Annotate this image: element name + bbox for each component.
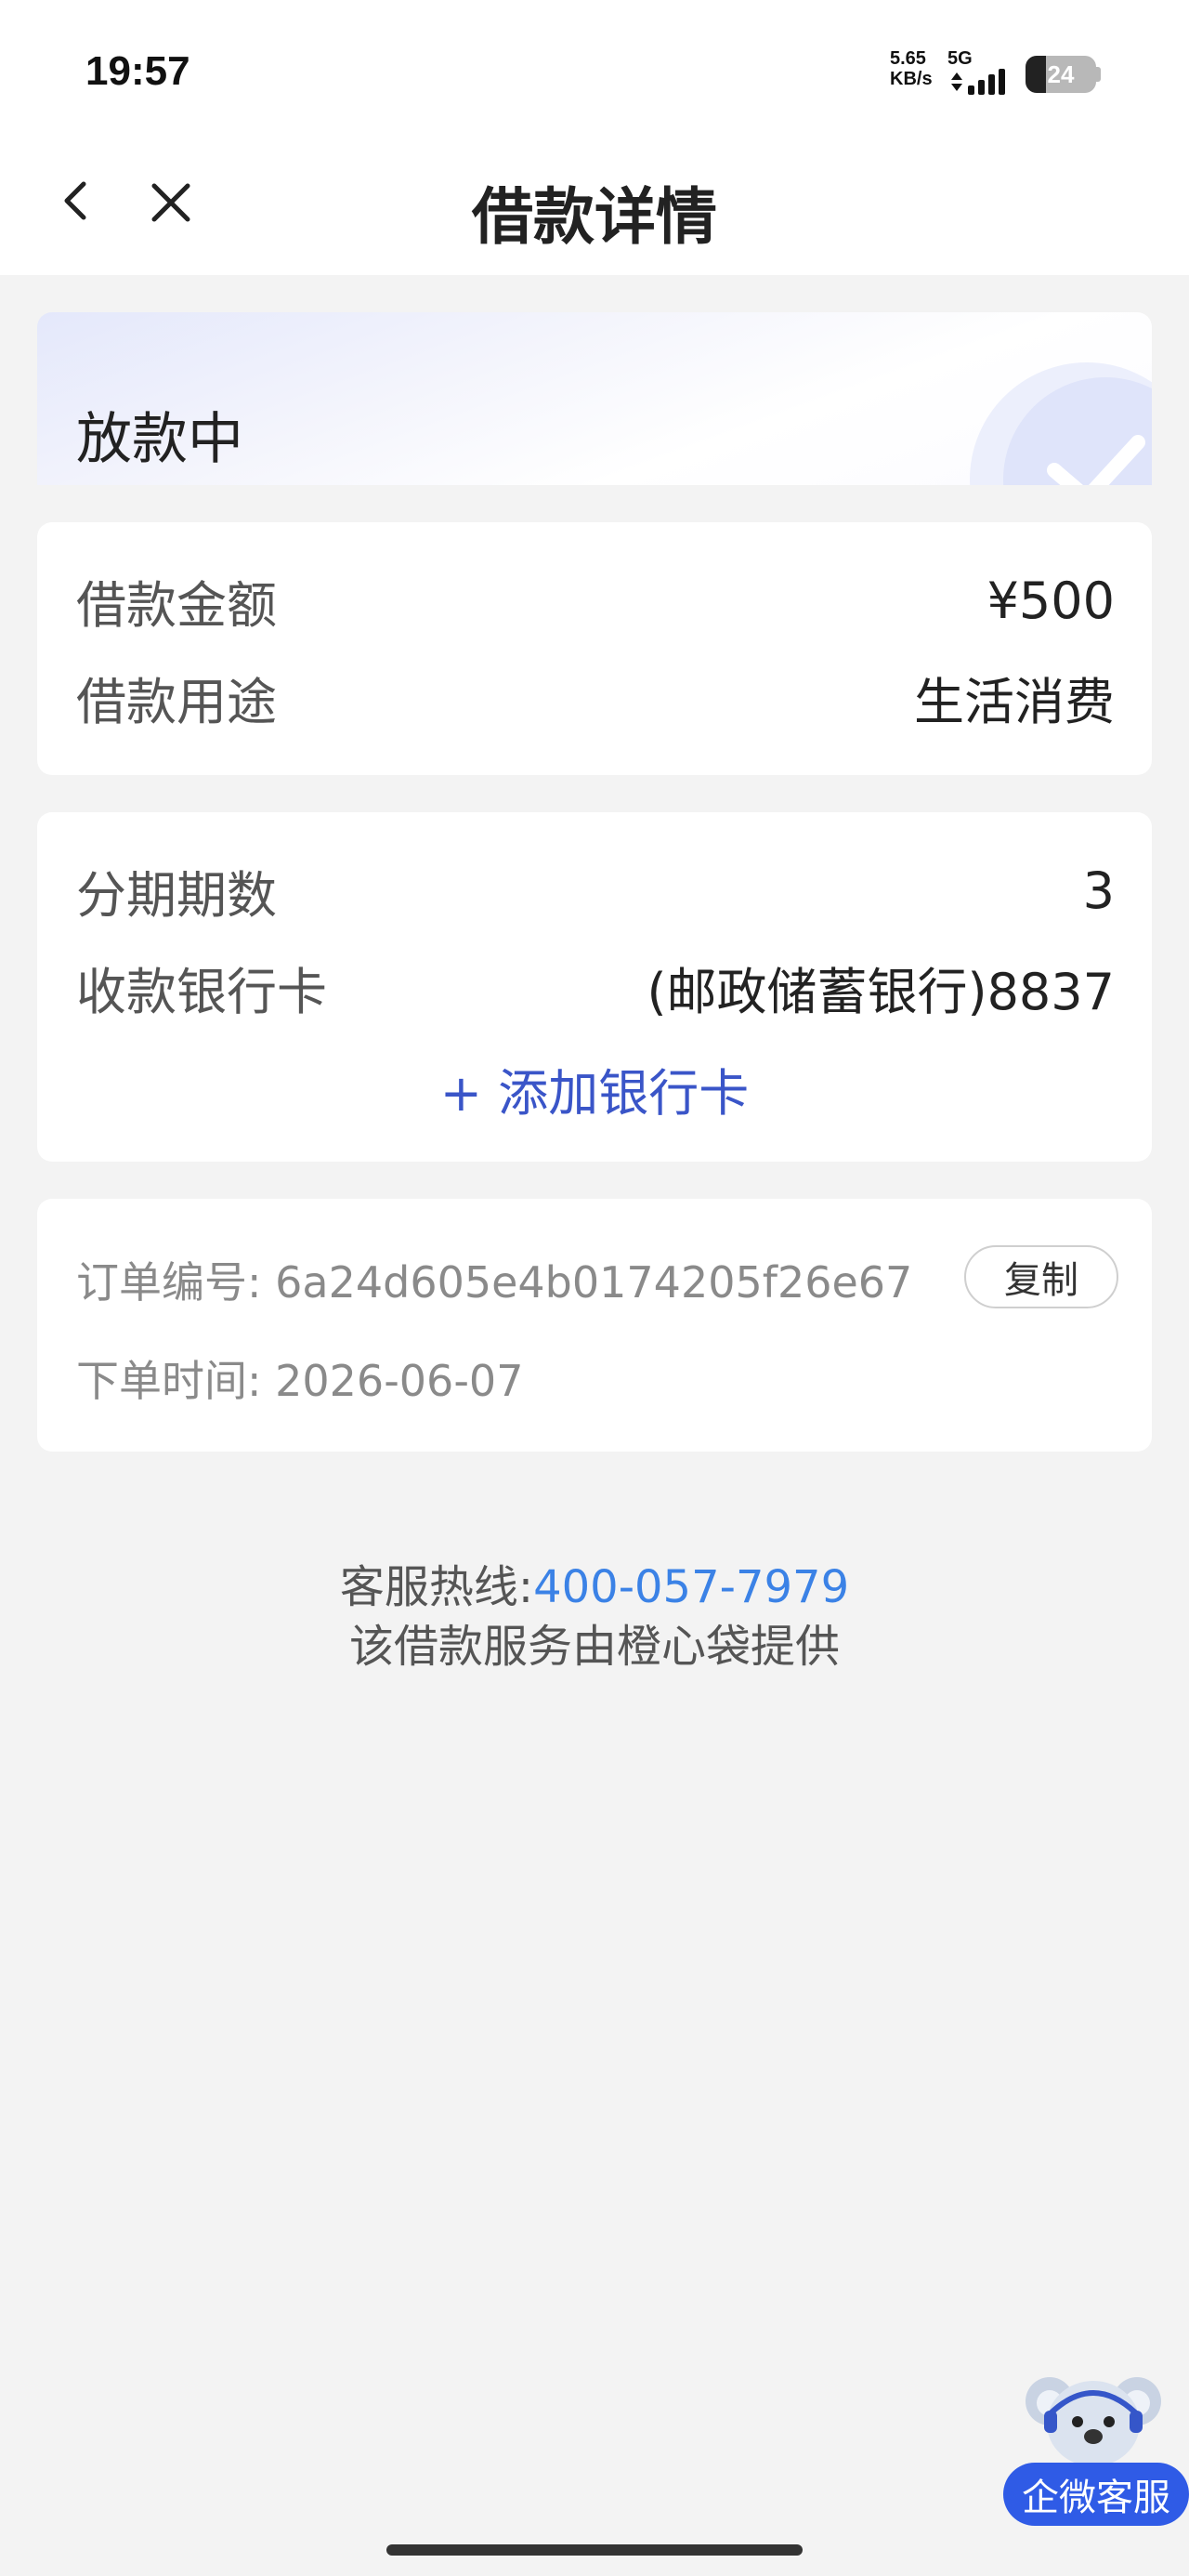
amount-value: ¥500 bbox=[986, 571, 1115, 630]
battery-icon: 24 bbox=[1026, 56, 1096, 93]
signal-icon bbox=[951, 69, 1005, 95]
add-bank-card-button[interactable]: + 添加银行卡 bbox=[37, 1052, 1152, 1125]
nav-header: 借款详情 bbox=[0, 139, 1189, 275]
battery-level: 24 bbox=[1047, 59, 1075, 88]
purpose-label: 借款用途 bbox=[76, 672, 277, 731]
koala-mascot-icon bbox=[1026, 2377, 1161, 2466]
page-title: 借款详情 bbox=[472, 181, 717, 253]
provider-text: 该借款服务由橙心袋提供 bbox=[348, 1621, 840, 1673]
status-time: 19:57 bbox=[85, 48, 190, 94]
periods-row: 分期期数 3 bbox=[76, 853, 1115, 927]
periods-value: 3 bbox=[1082, 861, 1115, 920]
installment-card: 分期期数 3 收款银行卡 (邮政储蓄银行)8837 + 添加银行卡 bbox=[37, 812, 1152, 1162]
home-indicator[interactable] bbox=[386, 2544, 803, 2556]
loan-detail-page: 19:57 5.65 KB/s 5G 24 借款详情 放款中 借款金额 ¥500… bbox=[0, 0, 1189, 2576]
battery-cap bbox=[1096, 67, 1101, 82]
loan-status-card: 放款中 bbox=[37, 312, 1152, 485]
hotline-phone-link[interactable]: 400-057-7979 bbox=[533, 1561, 849, 1613]
amount-row: 借款金额 ¥500 bbox=[76, 563, 1115, 637]
order-time-label: 下单时间: bbox=[76, 1356, 262, 1406]
check-circle-icon bbox=[970, 362, 1152, 485]
hotline-label: 客服热线: bbox=[339, 1561, 534, 1613]
bank-card-row: 收款银行卡 (邮政储蓄银行)8837 bbox=[76, 950, 1115, 1024]
periods-label: 分期期数 bbox=[76, 865, 277, 925]
amount-label: 借款金额 bbox=[76, 575, 277, 635]
loan-info-card: 借款金额 ¥500 借款用途 生活消费 bbox=[37, 522, 1152, 775]
copy-button[interactable]: 复制 bbox=[964, 1245, 1118, 1308]
net-speed-unit: KB/s bbox=[890, 69, 933, 89]
order-time-value: 2026-06-07 bbox=[275, 1356, 524, 1406]
wecom-service-label: 企微客服 bbox=[1003, 2463, 1189, 2526]
status-bar: 19:57 5.65 KB/s 5G 24 bbox=[0, 0, 1189, 139]
net-speed: 5.65 KB/s bbox=[890, 48, 933, 89]
purpose-row: 借款用途 生活消费 bbox=[76, 660, 1115, 734]
hotline: 客服热线:400-057-7979 bbox=[0, 1550, 1189, 1615]
order-number-row: 订单编号: 6a24d605e4b0174205f26e67 bbox=[76, 1249, 912, 1310]
network-type: 5G bbox=[947, 48, 973, 69]
net-speed-value: 5.65 bbox=[890, 48, 926, 69]
order-time-row: 下单时间: 2026-06-07 bbox=[76, 1347, 523, 1409]
loan-status-text: 放款中 bbox=[76, 407, 243, 472]
order-number-label: 订单编号: bbox=[76, 1257, 262, 1308]
purpose-value: 生活消费 bbox=[914, 672, 1115, 731]
bank-card-value: (邮政储蓄银行)8837 bbox=[647, 962, 1115, 1021]
order-number-value: 6a24d605e4b0174205f26e67 bbox=[275, 1257, 913, 1308]
bank-card-label: 收款银行卡 bbox=[76, 962, 327, 1021]
order-info-card: 订单编号: 6a24d605e4b0174205f26e67 复制 下单时间: … bbox=[37, 1199, 1152, 1452]
wecom-service-button[interactable]: 企微客服 bbox=[1003, 2366, 1189, 2533]
